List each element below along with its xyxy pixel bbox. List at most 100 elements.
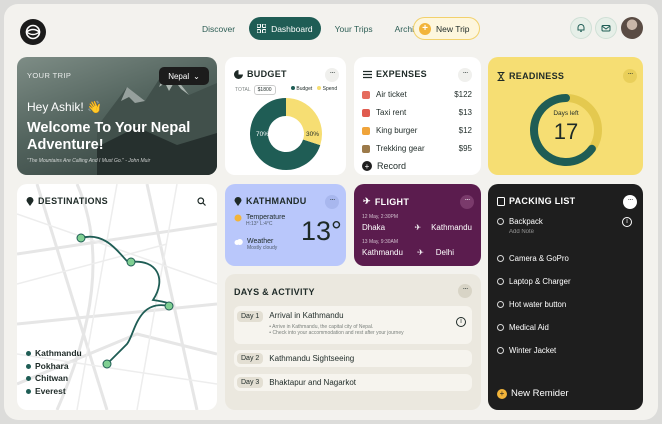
mail-icon (601, 25, 611, 32)
greeting-text: Hey Ashik! 👋 (27, 100, 102, 114)
checkbox[interactable] (497, 301, 504, 308)
weather-city: KATHMANDU (234, 196, 307, 206)
day-item[interactable]: Day 3 Bhaktapur and Nagarkot (234, 374, 472, 391)
packing-menu-button[interactable]: ··· (623, 195, 637, 209)
readiness-title: READINESS (497, 71, 564, 81)
list-item[interactable]: Kathmandu (26, 347, 82, 360)
expenses-menu-button[interactable]: ··· (458, 68, 472, 82)
budget-total: TOTAL $1800 (235, 85, 276, 95)
plus-icon: + (419, 22, 431, 35)
list-icon (363, 70, 372, 78)
packing-item[interactable]: Hot water button (497, 300, 566, 309)
expense-row[interactable]: King burger $12 (362, 126, 472, 135)
nav-your-trips[interactable]: Your Trips (327, 17, 381, 40)
flight-leg[interactable]: 12 May, 2:30PM Dhaka ✈ Kathmandu (362, 214, 472, 232)
list-item[interactable]: Everest (26, 385, 82, 398)
plane-icon: ✈ (414, 223, 422, 232)
new-trip-label: New Trip (436, 23, 470, 34)
checkbox[interactable] (497, 324, 504, 331)
expenses-card: EXPENSES ··· Air ticket $122 Taxi rent $13… (354, 57, 481, 175)
new-reminder-button[interactable]: + New Remider (497, 388, 569, 399)
flight-leg[interactable]: 13 May, 9:30AM Kathmandu ✈ Delhi (362, 239, 472, 257)
add-note-link[interactable]: Add Note (509, 229, 534, 235)
flight-card: ✈ FLIGHT ··· 12 May, 2:30PM Dhaka ✈ Kathma… (354, 184, 481, 266)
grid-icon (257, 24, 267, 33)
destinations-list: Kathmandu Pokhara Chitwan Everest (26, 347, 82, 397)
packing-item[interactable]: Medical Aid (497, 323, 549, 332)
flight-title: ✈ FLIGHT (363, 196, 410, 207)
nav-dashboard-label: Dashboard (271, 23, 313, 34)
day-item[interactable]: Day 2 Kathmandu Sightseeing (234, 350, 472, 367)
document-icon (497, 196, 505, 206)
trip-selector-value: Nepal (168, 71, 190, 81)
expenses-title: EXPENSES (363, 69, 427, 79)
packing-item[interactable]: Laptop & Charger (497, 277, 571, 286)
checkbox[interactable] (497, 347, 504, 354)
pin-icon (26, 196, 34, 206)
hourglass-icon (497, 71, 505, 81)
pie-icon (234, 69, 243, 79)
record-button[interactable]: + Record (362, 161, 406, 171)
gear-icon (362, 144, 370, 153)
taxi-icon (362, 108, 370, 117)
days-activity-card: DAYS & ACTIVITY ··· Day 1 Arrival in Kat… (225, 274, 481, 410)
user-avatar[interactable] (621, 17, 643, 39)
plane-icon: ✈ (363, 196, 371, 206)
top-nav: Discover Dashboard Your Trips Archive (194, 17, 431, 40)
checkbox[interactable] (497, 278, 504, 285)
days-left-label: Days left (553, 110, 579, 117)
cloud-icon (234, 239, 243, 245)
days-menu-button[interactable]: ··· (458, 284, 472, 298)
packing-item[interactable]: Winter Jacket (497, 346, 556, 355)
trip-hero-card: YOUR TRIP Nepal ⌄ Hey Ashik! 👋 Welcome T… (17, 57, 217, 175)
expense-row[interactable]: Trekking gear $95 (362, 144, 472, 153)
bell-icon (577, 24, 585, 32)
weather-menu-button[interactable]: ··· (325, 195, 339, 209)
welcome-title: Welcome To Your Nepal Adventure! (27, 120, 191, 153)
app-logo-icon[interactable] (20, 19, 46, 45)
checkbox[interactable] (497, 218, 504, 225)
info-icon[interactable]: i (456, 317, 466, 327)
app-window: Discover Dashboard Your Trips Archive + … (4, 4, 658, 420)
packing-item[interactable]: Camera & GoPro (497, 254, 569, 263)
expense-row[interactable]: Air ticket $122 (362, 90, 472, 99)
days-left-value: 17 (553, 119, 579, 144)
destinations-title: DESTINATIONS (26, 196, 108, 206)
new-trip-button[interactable]: + New Trip (413, 17, 480, 40)
list-item[interactable]: Pokhara (26, 360, 82, 373)
readiness-menu-button[interactable]: ··· (623, 69, 637, 83)
temperature-row: Temperature H:13° L:4°C (234, 214, 285, 227)
packing-title: PACKING LIST (497, 196, 575, 206)
expense-row[interactable]: Taxi rent $13 (362, 108, 472, 117)
list-item[interactable]: Chitwan (26, 372, 82, 385)
search-icon[interactable] (197, 197, 206, 206)
budget-title: BUDGET (234, 69, 287, 79)
destinations-card: DESTINATIONS Kathmandu Pokhara Chitwan E… (17, 184, 217, 410)
notification-button[interactable] (570, 17, 592, 39)
info-icon[interactable]: i (622, 217, 632, 227)
plane-icon: ✈ (417, 248, 424, 257)
checkbox[interactable] (497, 255, 504, 262)
spend-pct-label: 30% (306, 131, 320, 138)
flight-menu-button[interactable]: ··· (460, 195, 474, 209)
nav-dashboard[interactable]: Dashboard (249, 17, 321, 40)
your-trip-label: YOUR TRIP (27, 71, 72, 80)
ticket-icon (362, 90, 370, 99)
pin-icon (234, 196, 242, 206)
trip-selector[interactable]: Nepal ⌄ (159, 67, 209, 85)
packing-item[interactable]: Backpack (497, 217, 543, 226)
thermometer-icon (234, 214, 242, 222)
weather-card: KATHMANDU ··· Temperature H:13° L:4°C Wea… (225, 184, 346, 266)
day-item[interactable]: Day 1 Arrival in Kathmandu • Arrive in K… (234, 306, 472, 344)
plus-icon: + (362, 161, 372, 171)
budget-pct-label: 70% (256, 131, 270, 138)
budget-card: BUDGET ··· TOTAL $1800 Budget Spend 70% … (225, 57, 346, 175)
hero-quote: "The Mountains Are Calling And I Must Go… (27, 158, 151, 164)
nav-discover[interactable]: Discover (194, 17, 243, 40)
packing-list-card: PACKING LIST ··· Backpack Add Note i Cam… (488, 184, 643, 410)
temperature-value: 13° (301, 216, 342, 246)
plus-icon: + (497, 388, 507, 399)
burger-icon (362, 126, 370, 135)
budget-menu-button[interactable]: ··· (325, 68, 339, 82)
messages-button[interactable] (595, 17, 617, 39)
